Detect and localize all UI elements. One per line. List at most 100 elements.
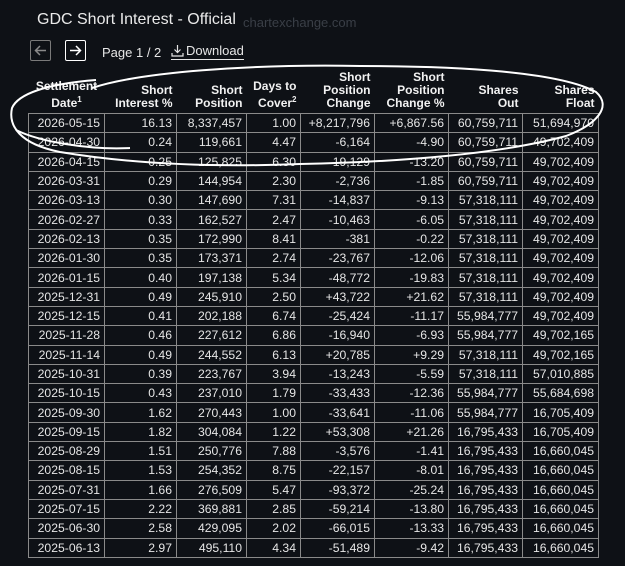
table-row: 2025-06-30 2.58 429,095 2.02 -66,015 -13.33 16… xyxy=(28,518,599,539)
table-cell: 60,759,711 xyxy=(448,112,523,134)
table-cell: +8,217,796 xyxy=(300,112,375,134)
table-cell: 55,984,777 xyxy=(448,305,523,327)
table-cell: 0.39 xyxy=(104,363,177,385)
table-cell: -13.80 xyxy=(374,498,449,520)
column-header-7: Shares Float xyxy=(554,83,595,110)
table-cell: 16,660,045 xyxy=(522,537,599,558)
table-cell: 250,776 xyxy=(176,441,247,462)
table-cell: -13,243 xyxy=(300,363,375,385)
table-row: 2025-12-15 0.41 202,188 6.74 -25,424 -11.17 55… xyxy=(28,305,599,327)
short-interest-table: Settlement Date1 Short Interest % Short Posit… xyxy=(28,68,599,558)
table-cell: 0.41 xyxy=(104,305,177,327)
table-cell: 6.30 xyxy=(246,151,301,172)
table-cell: 60,759,711 xyxy=(448,170,523,192)
table-cell: 0.40 xyxy=(104,267,177,288)
table-cell: 2025-09-30 xyxy=(28,402,105,423)
table-cell: 2025-12-15 xyxy=(28,305,105,327)
table-cell: 1.51 xyxy=(104,441,177,462)
table-cell: 227,612 xyxy=(176,325,247,346)
table-row: 2025-07-15 2.22 369,881 2.85 -59,214 -13.80 16… xyxy=(28,498,599,520)
table-cell: 202,188 xyxy=(176,305,247,327)
table-row: 2025-09-15 1.82 304,084 1.22 +53,308 +21.26 16… xyxy=(28,421,599,443)
table-cell: 1.79 xyxy=(246,383,301,404)
table-cell: 6.13 xyxy=(246,344,301,365)
column-header-3: Days to Cover2 xyxy=(253,79,297,110)
table-cell: 49,702,409 xyxy=(522,286,599,307)
table-cell: 2.85 xyxy=(246,498,301,520)
table-cell: 172,990 xyxy=(176,228,247,250)
table-cell: 2026-04-15 xyxy=(28,151,105,172)
arrow-right-icon xyxy=(70,45,82,56)
table-cell: 1.53 xyxy=(104,460,177,481)
column-header-5: Short Position Change % xyxy=(386,70,445,110)
table-cell: 0.43 xyxy=(104,383,177,404)
table-cell: 2.22 xyxy=(104,498,177,520)
table-cell: 119,661 xyxy=(176,132,247,153)
table-cell: -12.36 xyxy=(374,383,449,404)
table-cell: 55,984,777 xyxy=(448,383,523,404)
table-cell: 0.35 xyxy=(104,228,177,250)
table-cell: 57,318,111 xyxy=(448,209,523,230)
table-cell: -16,940 xyxy=(300,325,375,346)
table-cell: 49,702,409 xyxy=(522,190,599,211)
table-cell: -13.33 xyxy=(374,518,449,539)
table-cell: 55,984,777 xyxy=(448,402,523,423)
table-cell: 16,660,045 xyxy=(522,460,599,481)
table-cell: -11.06 xyxy=(374,402,449,423)
title-bar: GDC Short Interest - Official chartexcha… xyxy=(0,0,625,38)
table-cell: 49,702,409 xyxy=(522,228,599,250)
table-cell: 245,910 xyxy=(176,286,247,307)
table-cell: 16,795,433 xyxy=(448,498,523,520)
table-cell: 2026-02-27 xyxy=(28,209,105,230)
table-row: 2025-09-30 1.62 270,443 1.00 -33,641 -11.06 55… xyxy=(28,402,599,423)
table-cell: 57,010,885 xyxy=(522,363,599,385)
table-cell: -1.85 xyxy=(374,170,449,192)
table-cell: 7.31 xyxy=(246,190,301,211)
table-cell: 3.94 xyxy=(246,363,301,385)
table-cell: 16,795,433 xyxy=(448,518,523,539)
table-cell: 429,095 xyxy=(176,518,247,539)
table-cell: 237,010 xyxy=(176,383,247,404)
table-cell: 49,702,409 xyxy=(522,209,599,230)
table-row: 2026-04-15 0.25 125,825 6.30 -19,129 -13.20 60… xyxy=(28,151,599,172)
table-cell: 125,825 xyxy=(176,151,247,172)
table-row: 2026-02-27 0.33 162,527 2.47 -10,463 -6.05 57,… xyxy=(28,209,599,230)
table-cell: 16,660,045 xyxy=(522,498,599,520)
table-cell: 270,443 xyxy=(176,402,247,423)
table-cell: 0.24 xyxy=(104,132,177,153)
table-cell: 1.00 xyxy=(246,112,301,134)
table-cell: 1.00 xyxy=(246,402,301,423)
table-cell: 0.46 xyxy=(104,325,177,346)
table-cell: 2026-05-15 xyxy=(28,112,105,134)
table-cell: 8.41 xyxy=(246,228,301,250)
table-cell: 5.34 xyxy=(246,267,301,288)
table-row: 2025-10-15 0.43 237,010 1.79 -33,433 -12.36 55… xyxy=(28,383,599,404)
table-cell: 173,371 xyxy=(176,248,247,269)
table-cell: 60,759,711 xyxy=(448,151,523,172)
table-cell: -8.01 xyxy=(374,460,449,481)
download-label: Download xyxy=(186,43,244,58)
next-page-button[interactable] xyxy=(65,40,86,61)
table-cell: -93,372 xyxy=(300,479,375,500)
table-cell: 144,954 xyxy=(176,170,247,192)
table-cell: 8,337,457 xyxy=(176,112,247,134)
table-row: 2026-04-30 0.24 119,661 4.47 -6,164 -4.90 60,7… xyxy=(28,132,599,153)
table-cell: +20,785 xyxy=(300,344,375,365)
table-cell: 55,984,777 xyxy=(448,325,523,346)
column-header-2: Short Position xyxy=(195,83,243,110)
table-cell: -381 xyxy=(300,228,375,250)
table-cell: 2025-06-13 xyxy=(28,537,105,558)
table-cell: -11.17 xyxy=(374,305,449,327)
table-cell: 304,084 xyxy=(176,421,247,443)
table-cell: -51,489 xyxy=(300,537,375,558)
table-cell: 1.62 xyxy=(104,402,177,423)
table-cell: +21.62 xyxy=(374,286,449,307)
page-indicator: Page 1 / 2 xyxy=(102,45,162,60)
table-cell: -0.22 xyxy=(374,228,449,250)
table-cell: 16,795,433 xyxy=(448,441,523,462)
table-cell: 57,318,111 xyxy=(448,344,523,365)
previous-page-button[interactable] xyxy=(30,40,51,61)
table-cell: 2025-12-31 xyxy=(28,286,105,307)
download-link[interactable]: Download xyxy=(171,43,244,58)
table-cell: 244,552 xyxy=(176,344,247,365)
